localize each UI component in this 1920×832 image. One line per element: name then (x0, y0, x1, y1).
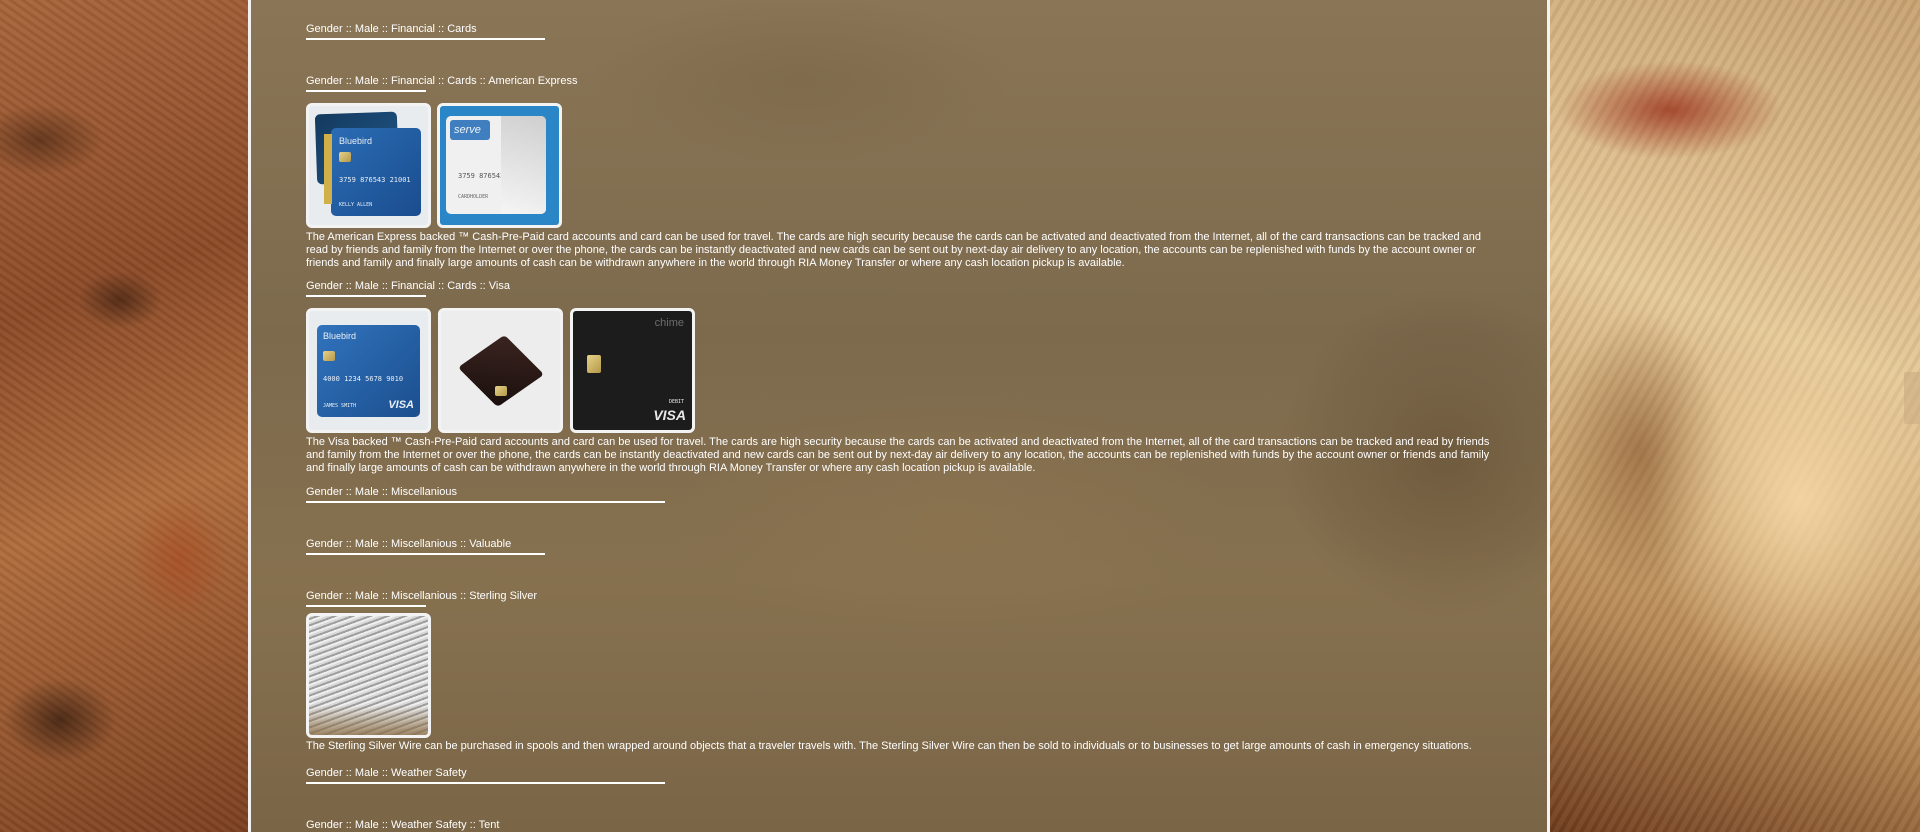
category-sterling-silver: Gender :: Male :: Miscellanious :: Sterl… (306, 589, 1498, 753)
category-description: The Visa backed ™ Cash-Pre-Paid card acc… (306, 436, 1490, 474)
category-heading[interactable]: Gender :: Male :: Miscellanious :: Valua… (306, 537, 545, 551)
category-heading[interactable]: Gender :: Male :: Miscellanious :: Sterl… (306, 589, 1498, 603)
category-heading[interactable]: Gender :: Male :: Weather Safety (306, 766, 665, 780)
category-valuable: Gender :: Male :: Miscellanious :: Valua… (306, 537, 545, 555)
category-description: The Sterling Silver Wire can be purchase… (306, 740, 1472, 752)
heading-underline (306, 782, 665, 784)
category-american-express: Gender :: Male :: Financial :: Cards :: … (306, 74, 1498, 270)
category-tent: Gender :: Male :: Weather Safety :: Tent (306, 818, 499, 832)
left-map-background (0, 0, 250, 832)
content-panel: Gender :: Male :: Financial :: Cards Gen… (248, 0, 1550, 832)
category-visa: Gender :: Male :: Financial :: Cards :: … (306, 279, 1498, 475)
category-weather-safety: Gender :: Male :: Weather Safety (306, 766, 665, 784)
page-scrollbar-thumb[interactable] (1904, 372, 1920, 424)
heading-underline (306, 90, 426, 92)
black-diamond-card-image[interactable] (438, 308, 563, 433)
category-heading[interactable]: Gender :: Male :: Financial :: Cards :: … (306, 279, 1498, 293)
category-description: The American Express backed ™ Cash-Pre-P… (306, 231, 1481, 269)
heading-underline (306, 605, 426, 607)
serve-amex-card-image[interactable]: serve 3759 876543 21001 CARDHOLDER (437, 103, 562, 228)
category-heading[interactable]: Gender :: Male :: Financial :: Cards :: … (306, 74, 1498, 88)
heading-underline (306, 295, 426, 297)
heading-underline (306, 501, 665, 503)
right-scroll-background (1550, 0, 1920, 832)
chime-visa-card-image[interactable]: chime DEBIT VISA (570, 308, 695, 433)
category-miscellanious: Gender :: Male :: Miscellanious (306, 485, 665, 503)
category-heading[interactable]: Gender :: Male :: Weather Safety :: Tent (306, 818, 499, 832)
category-heading[interactable]: Gender :: Male :: Miscellanious (306, 485, 665, 499)
bluebird-amex-card-image[interactable]: Bluebird 3759 876543 21001 KELLY ALLEN (306, 103, 431, 228)
heading-underline (306, 553, 545, 555)
heading-underline (306, 38, 545, 40)
sterling-silver-wire-spool-image[interactable] (306, 613, 431, 738)
category-cards: Gender :: Male :: Financial :: Cards (306, 22, 545, 40)
bluebird-visa-card-image[interactable]: Bluebird 4000 1234 5678 9010 JAMES SMITH… (306, 308, 431, 433)
category-heading[interactable]: Gender :: Male :: Financial :: Cards (306, 22, 545, 36)
